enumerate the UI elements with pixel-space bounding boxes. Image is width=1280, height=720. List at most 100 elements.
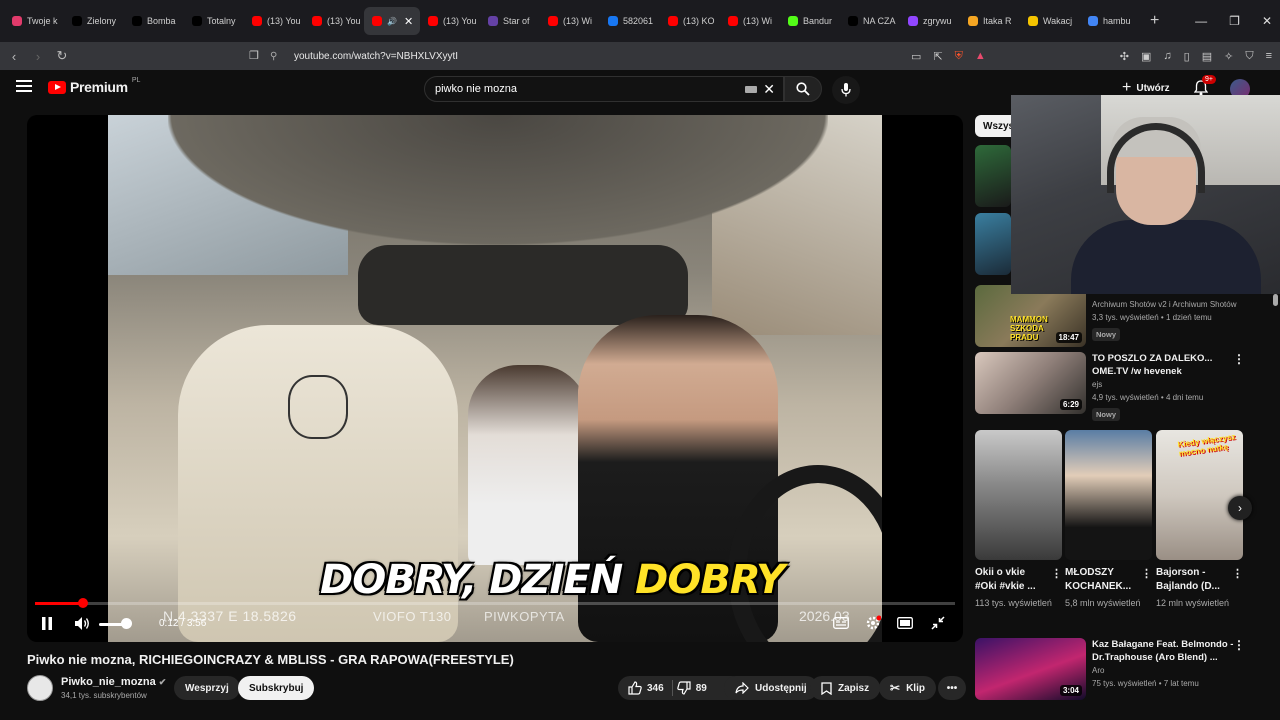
- browser-tab[interactable]: (13) Wi: [540, 7, 600, 35]
- extension-icon[interactable]: ✣: [1120, 50, 1129, 63]
- video-channel[interactable]: Aro: [1092, 664, 1242, 677]
- browser-tab[interactable]: (13) KO: [660, 7, 720, 35]
- browser-tab[interactable]: Bomba: [124, 7, 184, 35]
- browser-tab[interactable]: (13) You: [420, 7, 480, 35]
- sidebar-icon[interactable]: ▯: [1184, 50, 1190, 63]
- like-button[interactable]: 346: [618, 676, 664, 700]
- browser-tab[interactable]: 🔊 ✕: [364, 7, 420, 35]
- save-button[interactable]: Zapisz: [810, 676, 881, 700]
- wallet-icon[interactable]: ▤: [1202, 50, 1212, 63]
- short-thumbnail[interactable]: [1065, 430, 1152, 560]
- fullscreen-exit-icon[interactable]: [931, 616, 945, 630]
- browser-tab[interactable]: Star of: [480, 7, 540, 35]
- browser-tab[interactable]: hambu: [1080, 7, 1140, 35]
- cast-icon[interactable]: ▭: [911, 50, 921, 63]
- settings-icon[interactable]: [865, 615, 881, 631]
- short-3[interactable]: Kiedy włączysz mocno nutkę Bajorson - Ba…: [1156, 430, 1243, 609]
- browser-tab[interactable]: (13) You: [244, 7, 304, 35]
- video-thumbnail[interactable]: 3:04: [975, 638, 1086, 700]
- progress-bar[interactable]: [35, 598, 955, 608]
- browser-tab[interactable]: (13) You: [304, 7, 364, 35]
- clear-search-icon[interactable]: ✕: [763, 81, 775, 98]
- video-channel[interactable]: Archiwum Shotów v2 i Archiwum Shotów: [1092, 298, 1242, 311]
- browser-tab[interactable]: 582061: [600, 7, 660, 35]
- related-video-3[interactable]: 3:04 Kaz Bałagane Feat. Belmondo - Dr.Tr…: [975, 638, 1275, 702]
- search-input[interactable]: piwko nie mozna ✕: [424, 76, 784, 102]
- short-title[interactable]: MŁODSZY KOCHANEK...: [1065, 566, 1137, 594]
- capture-icon[interactable]: ▣: [1141, 50, 1151, 63]
- volume-handle[interactable]: [121, 618, 132, 629]
- short-2[interactable]: MŁODSZY KOCHANEK... 5,8 mln wyświetleń ⋮: [1065, 430, 1152, 609]
- tab-audio-icon[interactable]: 🔊: [387, 17, 397, 26]
- browser-tab[interactable]: Twoje k: [4, 7, 64, 35]
- notifications-button[interactable]: 9+: [1194, 75, 1216, 96]
- pause-icon[interactable]: [41, 617, 53, 630]
- search-button[interactable]: [784, 76, 822, 102]
- related-video-2[interactable]: 6:29 TO POSZLO ZA DALEKO... OME.TV /w he…: [975, 352, 1275, 421]
- subscribe-button[interactable]: Subskrybuj: [238, 676, 315, 700]
- video-menu-icon[interactable]: ⋮: [1233, 352, 1245, 366]
- channel-avatar[interactable]: [27, 675, 53, 701]
- browser-tab[interactable]: Zielony: [64, 7, 124, 35]
- site-info-icon[interactable]: ⚲: [270, 51, 284, 62]
- browser-tab[interactable]: Bandur: [780, 7, 840, 35]
- channel-name-link[interactable]: Piwko_nie_mozna ✔: [61, 676, 166, 688]
- new-tab-button[interactable]: +: [1140, 12, 1169, 30]
- guide-menu-icon[interactable]: [16, 80, 32, 92]
- scrollbar-thumb[interactable]: [1273, 294, 1278, 306]
- share-icon[interactable]: ⇱: [933, 50, 942, 63]
- related-thumbnail-partial-2[interactable]: [975, 213, 1011, 275]
- back-button[interactable]: ‹: [4, 49, 24, 64]
- short-title[interactable]: Bajorson - Bajlando (D...: [1156, 566, 1228, 594]
- keyboard-icon[interactable]: [745, 86, 757, 93]
- scrubber-handle[interactable]: [77, 598, 88, 608]
- short-menu-icon[interactable]: ⋮: [1232, 567, 1243, 580]
- related-video-1[interactable]: MAMMON SZKODA PRADU 18:47 ODESZLI OD MAM…: [975, 285, 1275, 349]
- url-field[interactable]: ⚲ youtube.com/watch?v=NBHXLVXyytI: [270, 45, 990, 67]
- voice-search-button[interactable]: [832, 76, 860, 104]
- reload-icon[interactable]: ↻: [52, 48, 72, 64]
- browser-tab[interactable]: zgrywu: [900, 7, 960, 35]
- clip-button[interactable]: ✂ Klip: [879, 676, 936, 700]
- browser-tab[interactable]: Itaka R: [960, 7, 1020, 35]
- music-icon[interactable]: ♫: [1163, 50, 1171, 62]
- video-title[interactable]: TO POSZLO ZA DALEKO... OME.TV /w hevenek: [1092, 352, 1242, 378]
- browser-tab[interactable]: NA CZA: [840, 7, 900, 35]
- short-thumbnail[interactable]: Kiedy włączysz mocno nutkę: [1156, 430, 1243, 560]
- short-title[interactable]: Okii o vkie #Oki #vkie ...: [975, 566, 1047, 594]
- leo-icon[interactable]: ✧: [1224, 50, 1233, 63]
- support-button[interactable]: Wesprzyj: [174, 676, 240, 700]
- forward-button[interactable]: ›: [28, 49, 48, 64]
- tab-close-icon[interactable]: ✕: [404, 15, 413, 28]
- short-menu-icon[interactable]: ⋮: [1051, 567, 1062, 580]
- close-window-button[interactable]: ✕: [1262, 14, 1272, 28]
- short-thumbnail[interactable]: [975, 430, 1062, 560]
- minimize-button[interactable]: —: [1195, 14, 1207, 28]
- more-actions-button[interactable]: •••: [938, 676, 966, 700]
- share-button[interactable]: Udostępnij: [724, 676, 818, 700]
- short-menu-icon[interactable]: ⋮: [1141, 567, 1152, 580]
- rewards-icon[interactable]: ▲: [975, 50, 986, 62]
- brave-shield-icon[interactable]: ⛨: [955, 50, 963, 63]
- browser-tab[interactable]: Totalny: [184, 7, 244, 35]
- theater-mode-icon[interactable]: [897, 617, 913, 629]
- browser-tab[interactable]: Wakacj: [1020, 7, 1080, 35]
- video-menu-icon[interactable]: ⋮: [1233, 638, 1245, 652]
- menu-icon[interactable]: ≡: [1266, 50, 1272, 62]
- bookmark-icon[interactable]: ❐: [249, 49, 259, 62]
- video-channel[interactable]: ejs: [1092, 378, 1242, 391]
- subtitles-icon[interactable]: [833, 617, 849, 629]
- video-thumbnail[interactable]: MAMMON SZKODA PRADU 18:47: [975, 285, 1086, 347]
- video-title[interactable]: Kaz Bałagane Feat. Belmondo - Dr.Traphou…: [1092, 638, 1242, 664]
- video-player[interactable]: DOBRY, DZIEŃ DOBRY N.4.3337 E 18.5826 VI…: [27, 115, 963, 642]
- page-scrollbar[interactable]: [1273, 78, 1278, 708]
- vpn-icon[interactable]: ⛉: [1245, 50, 1253, 63]
- browser-tab[interactable]: (13) Wi: [720, 7, 780, 35]
- maximize-button[interactable]: ❐: [1229, 14, 1240, 28]
- dislike-button[interactable]: 89: [676, 676, 707, 700]
- short-1[interactable]: Okii o vkie #Oki #vkie ... 113 tys. wyśw…: [975, 430, 1062, 609]
- youtube-premium-logo[interactable]: Premium PL: [48, 77, 140, 95]
- related-thumbnail-partial-1[interactable]: [975, 145, 1011, 207]
- shorts-next-button[interactable]: ›: [1228, 496, 1252, 520]
- volume-icon[interactable]: [74, 616, 91, 631]
